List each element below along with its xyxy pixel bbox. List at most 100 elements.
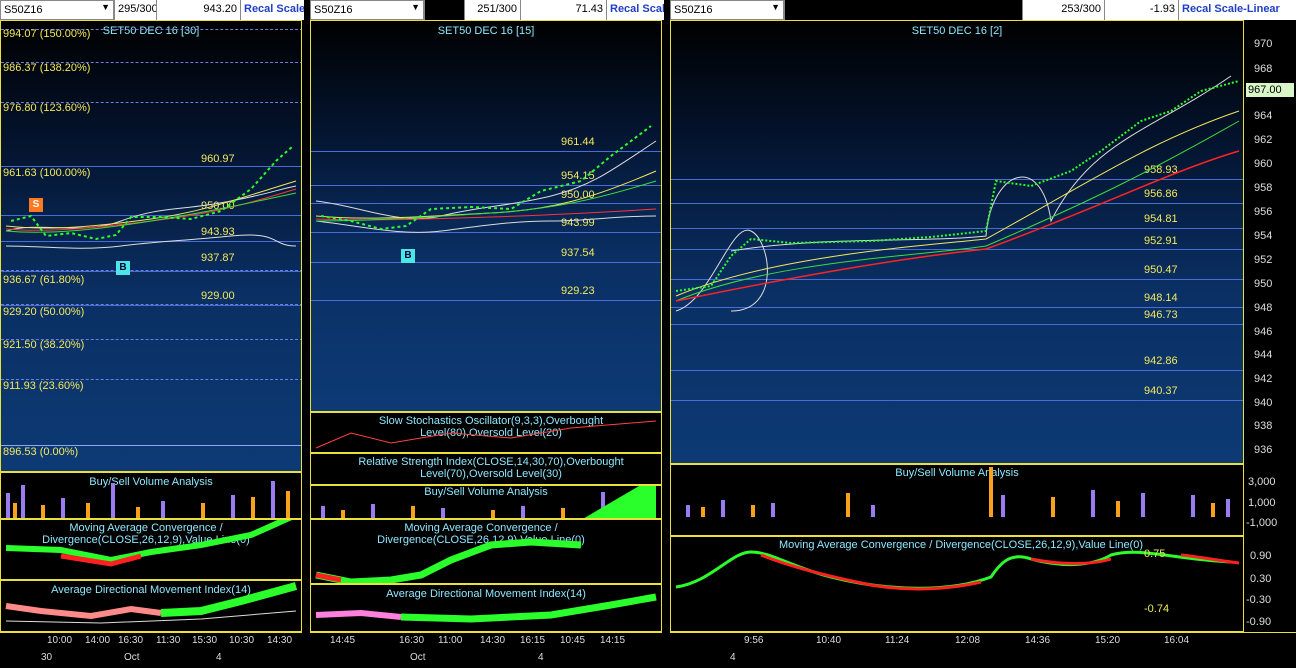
macd-tick: -0.90 [1246,616,1272,628]
panel-toolbar: S50Z16 ▼ 251/300 71.43 Recal Scale [310,0,664,20]
volume-subchart[interactable]: Buy/Sell Volume Analysis [0,472,302,519]
macd-axis: 0.90 0.30 -0.30 -0.90 [1244,536,1296,632]
bar-count: 295/300 [114,0,158,20]
time-label: 16:15 [520,635,546,646]
macd-subchart[interactable]: Moving Average Convergence / Divergence(… [310,519,662,584]
time-label: 14:45 [330,635,356,646]
volume-tick: 1,000 [1248,497,1276,509]
recal-scale-button[interactable]: Recal Scale-Linear [1178,0,1296,20]
sell-signal-badge[interactable]: S [29,198,43,212]
macd-value-label: -0.74 [1144,603,1170,615]
bar-count: 251/300 [464,0,520,20]
price-tick: 970 [1254,38,1273,50]
time-label: 11:00 [438,635,463,646]
time-label: 11:24 [885,635,910,646]
volume-bars [6,481,290,518]
time-label: 15:20 [1095,635,1121,646]
symbol-select[interactable]: S50Z16 ▼ [310,0,424,20]
date-label: 30 [41,652,53,663]
price-tick: 950 [1254,278,1273,290]
toolbar-spacer [784,0,1022,20]
volume-bars [686,467,1230,517]
chevron-down-icon: ▼ [771,2,780,12]
time-label: 10:00 [47,635,73,646]
price-tick: 942 [1254,373,1273,385]
price-tick: 960 [1254,158,1273,170]
date-label: Oct [124,652,140,663]
symbol-select[interactable]: S50Z16 ▼ [670,0,784,20]
time-label: 16:30 [399,635,425,646]
volume-subchart[interactable]: Buy/Sell Volume Analysis [670,464,1244,536]
chevron-down-icon: ▼ [411,2,420,12]
time-label: 14:00 [85,635,111,646]
bar-count: 253/300 [1022,0,1104,20]
price-tick: 956 [1254,206,1273,218]
volume-bars [321,486,656,518]
time-label: 16:04 [1164,635,1190,646]
time-axis: 14:45 16:30 11:00 14:30 16:15 10:45 14:1… [310,632,662,668]
price-series [5,145,297,249]
time-label: 14:30 [480,635,506,646]
adx-series [5,582,298,624]
price-tick: 940 [1254,397,1273,409]
price-series [675,75,1240,312]
price-series [315,125,657,233]
date-label: 4 [538,652,544,663]
time-label: 9:56 [744,635,764,646]
volume-axis: 3,000 1,000 -1,000 [1244,464,1296,536]
time-label: 10:40 [816,635,842,646]
date-label: 4 [730,652,736,663]
price-tick: 938 [1254,420,1273,432]
chart-panel-15min: S50Z16 ▼ 251/300 71.43 Recal Scale SET50 … [310,0,664,668]
price-axis: 970 968 966 964 962 960 958 956 954 952 … [1244,20,1296,464]
time-axis: 9:56 10:40 11:24 12:08 14:36 15:20 16:04… [670,632,1296,668]
macd-tick: 0.30 [1250,573,1272,585]
adx-series [315,593,657,623]
symbol-label: S50Z16 [674,4,713,16]
macd-subchart[interactable]: Moving Average Convergence / Divergence(… [670,536,1244,632]
chevron-down-icon: ▼ [101,2,110,12]
symbol-label: S50Z16 [314,4,353,16]
macd-tick: -0.30 [1246,594,1272,606]
symbol-select[interactable]: S50Z16 ▼ [0,0,114,20]
chart-panel-30min: S50Z16 ▼ 295/300 943.20 Recal Scale SET50… [0,0,304,668]
panel-toolbar: S50Z16 ▼ 253/300 -1.93 Recal Scale-Linear [670,0,1296,20]
macd-series [315,538,582,583]
price-tick: 936 [1254,444,1273,456]
last-price-tag: 967.00 [1246,83,1294,97]
price-tick: 948 [1254,302,1273,314]
buy-signal-badge[interactable]: B [116,261,130,275]
time-label: 15:30 [192,635,218,646]
price-chart[interactable]: SET50 DEC 16 [2] 958.93 956.86 954.81 95… [670,20,1244,464]
panel-toolbar: S50Z16 ▼ 295/300 943.20 Recal Scale [0,0,304,20]
time-label: 14:30 [267,635,293,646]
price-tick: 944 [1254,349,1273,361]
adx-subchart[interactable]: Average Directional Movement Index(14) [310,584,662,632]
buy-signal-badge[interactable]: B [401,249,415,263]
subchart-title: Relative Strength Index(CLOSE,14,30,70),… [358,456,624,480]
volume-tick: -1,000 [1246,517,1278,529]
price-tick: 954 [1254,230,1273,242]
time-label: 10:30 [229,635,255,646]
adx-subchart[interactable]: Average Directional Movement Index(14) [0,580,302,632]
recal-scale-button[interactable]: Recal Scale [240,0,304,20]
cursor-value: 71.43 [520,0,606,20]
price-tick: 962 [1254,134,1273,146]
price-chart[interactable]: SET50 DEC 16 [15] 961.44 954.15 950.00 9… [310,20,662,412]
macd-subchart[interactable]: Moving Average Convergence / Divergence(… [0,519,302,580]
time-label: 12:08 [955,635,981,646]
volume-tick: 3,000 [1248,476,1276,488]
date-label: 4 [216,652,222,663]
macd-tick: 0.90 [1250,550,1272,562]
symbol-label: S50Z16 [4,4,43,16]
time-label: 11:30 [156,635,181,646]
date-label: Oct [410,652,426,663]
recal-scale-button[interactable]: Recal Scale [606,0,664,20]
volume-subchart[interactable]: Buy/Sell Volume Analysis [310,485,662,519]
rsi-subchart[interactable]: Relative Strength Index(CLOSE,14,30,70),… [310,453,662,485]
price-tick: 946 [1254,326,1273,338]
stochastic-subchart[interactable]: Slow Stochastics Oscillator(9,3,3),Overb… [310,412,662,453]
price-chart[interactable]: SET50 DEC 16 [30] 994.07 (150.00%) 986.3… [0,20,302,472]
cursor-value: 943.20 [156,0,240,20]
time-label: 16:30 [118,635,144,646]
